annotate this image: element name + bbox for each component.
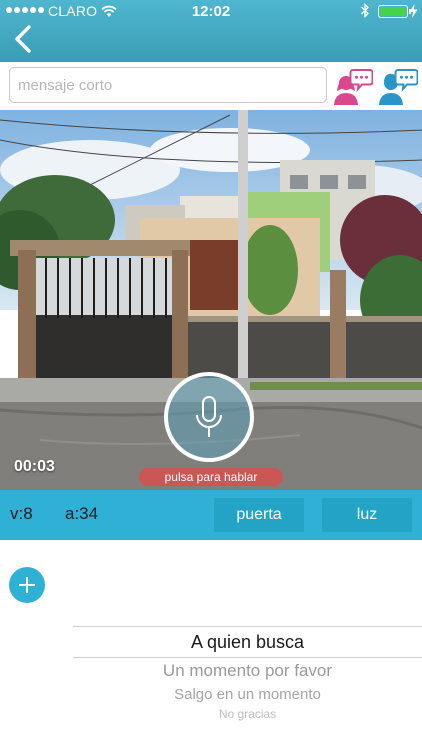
- woman-chat-icon[interactable]: [333, 67, 373, 105]
- battery-level: [380, 7, 406, 16]
- picker-option[interactable]: No gracias: [73, 706, 422, 722]
- man-chat-icon[interactable]: [378, 67, 418, 105]
- quick-replies-area: A quien busca Un momento por favor Salgo…: [0, 540, 422, 750]
- back-button[interactable]: [10, 24, 38, 54]
- quick-reply-picker[interactable]: A quien busca Un momento por favor Salgo…: [73, 626, 422, 722]
- app-header: CLARO 12:02: [0, 0, 422, 62]
- camera-view: 00:03 pulsa para hablar: [0, 110, 422, 490]
- short-message-input[interactable]: [9, 67, 327, 103]
- push-to-talk-hint: pulsa para hablar: [139, 468, 283, 486]
- elapsed-time: 00:03: [14, 458, 55, 475]
- microphone-icon: [196, 396, 222, 437]
- push-to-talk-button[interactable]: [164, 372, 254, 462]
- add-reply-button[interactable]: [9, 567, 45, 603]
- light-button[interactable]: luz: [322, 498, 412, 532]
- picker-option[interactable]: Un momento por favor: [73, 658, 422, 684]
- charging-icon: [409, 4, 418, 18]
- message-row: [0, 62, 422, 110]
- status-time: 12:02: [191, 3, 231, 20]
- open-door-button[interactable]: puerta: [214, 498, 304, 532]
- bluetooth-icon: [361, 3, 369, 18]
- audio-stat: a:34: [65, 504, 99, 523]
- picker-selected-option[interactable]: A quien busca: [73, 627, 422, 657]
- control-bar: v:8 a:34 puerta luz: [0, 490, 422, 540]
- video-stat: v:8: [10, 504, 33, 523]
- status-bar: CLARO 12:02: [0, 0, 422, 22]
- picker-option[interactable]: Salgo en un momento: [73, 684, 422, 706]
- battery-icon: [378, 5, 411, 18]
